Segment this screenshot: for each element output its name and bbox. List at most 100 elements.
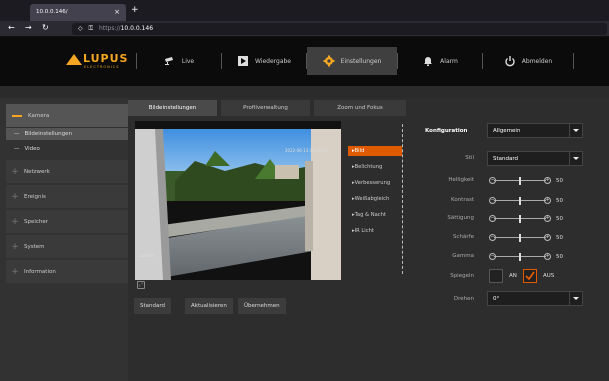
close-tab-icon[interactable]: ×: [114, 8, 120, 16]
main-content: Bildeinstellungen Profilverwaltung Zoom …: [128, 98, 609, 381]
slider-handle[interactable]: [519, 253, 521, 261]
spiegeln-an-label: AN: [509, 273, 517, 279]
fullscreen-icon[interactable]: ⤢: [137, 281, 145, 289]
refresh-button[interactable]: Aktualisieren: [185, 298, 233, 314]
category-tag-nacht[interactable]: ▸ Tag & Nacht: [348, 210, 402, 220]
sidebar: Kamera — Bildeinstellungen — Video + Netzwe…: [0, 98, 128, 381]
slider-label: Gamma: [452, 253, 474, 259]
plus-icon[interactable]: +: [544, 177, 551, 184]
category-divider: [402, 124, 403, 274]
slider-gamma[interactable]: − +: [489, 253, 551, 261]
new-tab-button[interactable]: +: [131, 5, 139, 15]
forward-icon[interactable]: →: [25, 23, 32, 32]
sidebar-item-label: Kamera: [28, 112, 50, 119]
slider-sättigung[interactable]: − +: [489, 215, 551, 223]
logo-mark-icon: [66, 54, 82, 65]
minus-icon[interactable]: −: [489, 197, 496, 204]
sidebar-item-label: Ereignis: [24, 193, 46, 200]
camera-icon: [164, 57, 173, 65]
drehen-label: Drehen: [453, 296, 474, 302]
plus-icon[interactable]: +: [544, 234, 551, 241]
category-label: Belichtung: [354, 164, 383, 170]
sidebar-item-information[interactable]: + Information: [6, 260, 128, 283]
sidebar-item-speicher[interactable]: + Speicher: [6, 210, 128, 233]
gear-icon: [323, 55, 335, 67]
browser-tab[interactable]: 10.0.0.146/ ×: [30, 4, 126, 21]
category-label: Tag & Nacht: [354, 212, 386, 218]
sidebar-item-label: Speicher: [24, 218, 49, 225]
sidebar-item-kamera[interactable]: Kamera: [6, 104, 128, 127]
menu-label: Einstellungen: [340, 57, 382, 65]
dropdown-arrow-icon: [569, 292, 582, 305]
sidebar-subitem-bildeinstellungen[interactable]: — Bildeinstellungen: [6, 128, 128, 140]
slider-helligkeit[interactable]: − +: [489, 177, 551, 185]
menu-abmelden[interactable]: Abmelden: [483, 47, 573, 75]
sidebar-item-system[interactable]: + System: [6, 235, 128, 258]
spiegeln-aus-checkbox[interactable]: [523, 269, 537, 283]
minus-icon[interactable]: −: [489, 215, 496, 222]
category-ir-licht[interactable]: ▸ IR Licht: [348, 226, 402, 236]
konfiguration-select[interactable]: Allgemein: [487, 123, 583, 138]
menu-label: Wiedergabe: [254, 57, 291, 65]
dash-icon: —: [14, 131, 20, 137]
nav-divider: [573, 53, 574, 69]
plus-icon[interactable]: +: [544, 215, 551, 222]
spiegeln-an-checkbox[interactable]: [489, 269, 503, 283]
plus-icon[interactable]: +: [544, 253, 551, 260]
logo-text: LUPUS: [83, 52, 129, 65]
back-icon[interactable]: ←: [8, 23, 15, 32]
slider-handle[interactable]: [519, 234, 521, 242]
minus-icon[interactable]: −: [489, 253, 496, 260]
sidebar-item-netzwerk[interactable]: + Netzwerk: [6, 160, 128, 183]
checkmark-icon: [525, 271, 535, 281]
tab-title: 10.0.0.146/: [36, 9, 68, 15]
dropdown-arrow-icon: [569, 124, 582, 137]
menu-wiedergabe[interactable]: Wiedergabe: [222, 47, 306, 75]
category-label: Weißabgleich: [354, 196, 390, 202]
minus-icon[interactable]: −: [489, 234, 496, 241]
select-value: Allgemein: [493, 128, 521, 134]
slider-handle[interactable]: [519, 177, 521, 185]
menu-alarm[interactable]: Alarm: [398, 47, 482, 75]
tab-bildeinstellungen[interactable]: Bildeinstellungen: [128, 100, 217, 116]
sidebar-item-ereignis[interactable]: + Ereignis: [6, 185, 128, 208]
sidebar-item-label: Netzwerk: [24, 168, 50, 175]
camera-scene-image: [135, 121, 341, 280]
lock-icon: ⚿: [88, 25, 94, 32]
category-weissabgleich[interactable]: ▸ Weißabgleich: [348, 194, 402, 204]
slider-kontrast[interactable]: − +: [489, 197, 551, 205]
tab-zoom-und-fokus[interactable]: Zoom und Fokus: [314, 100, 406, 116]
stil-select[interactable]: Standard: [487, 151, 583, 166]
slider-label: Helligkeit: [448, 177, 474, 183]
url-input[interactable]: ◇ ⚿ https://10.0.0.146: [72, 23, 607, 35]
category-belichtung[interactable]: ▸ Belichtung: [348, 162, 402, 172]
drehen-select[interactable]: 0°: [487, 291, 583, 306]
video-preview[interactable]: 2022-06-13 09:12:52 Camera: [135, 121, 341, 280]
standard-button[interactable]: Standard: [134, 298, 172, 314]
category-bild[interactable]: ▸ Bild: [348, 146, 402, 156]
logo-subtext: ELECTRONICS: [84, 65, 120, 69]
power-icon: [505, 56, 515, 67]
menu-label: Live: [181, 57, 195, 65]
collapse-icon: [12, 114, 22, 117]
spiegeln-label: Spiegeln: [450, 273, 474, 279]
category-verbesserung[interactable]: ▸ Verbesserung: [348, 178, 402, 188]
play-icon: [237, 56, 248, 66]
menu-einstellungen[interactable]: Einstellungen: [307, 47, 397, 75]
shield-icon: ◇: [78, 25, 83, 32]
slider-handle[interactable]: [519, 215, 521, 223]
minus-icon[interactable]: −: [489, 177, 496, 184]
reload-icon[interactable]: ↻: [42, 23, 49, 32]
plus-icon[interactable]: +: [544, 197, 551, 204]
slider-schärfe[interactable]: − +: [489, 234, 551, 242]
apply-button[interactable]: Übernehmen: [238, 298, 286, 314]
menu-live[interactable]: Live: [137, 47, 221, 75]
browser-tab-strip: 10.0.0.146/ × +: [0, 0, 609, 21]
slider-value: 50: [556, 178, 563, 184]
slider-value: 50: [556, 235, 563, 241]
slider-label: Kontrast: [451, 197, 474, 203]
sidebar-subitem-video[interactable]: — Video: [6, 143, 128, 155]
url-protocol: https://: [99, 25, 121, 32]
tab-profilverwaltung[interactable]: Profilverwaltung: [221, 100, 310, 116]
slider-handle[interactable]: [519, 197, 521, 205]
